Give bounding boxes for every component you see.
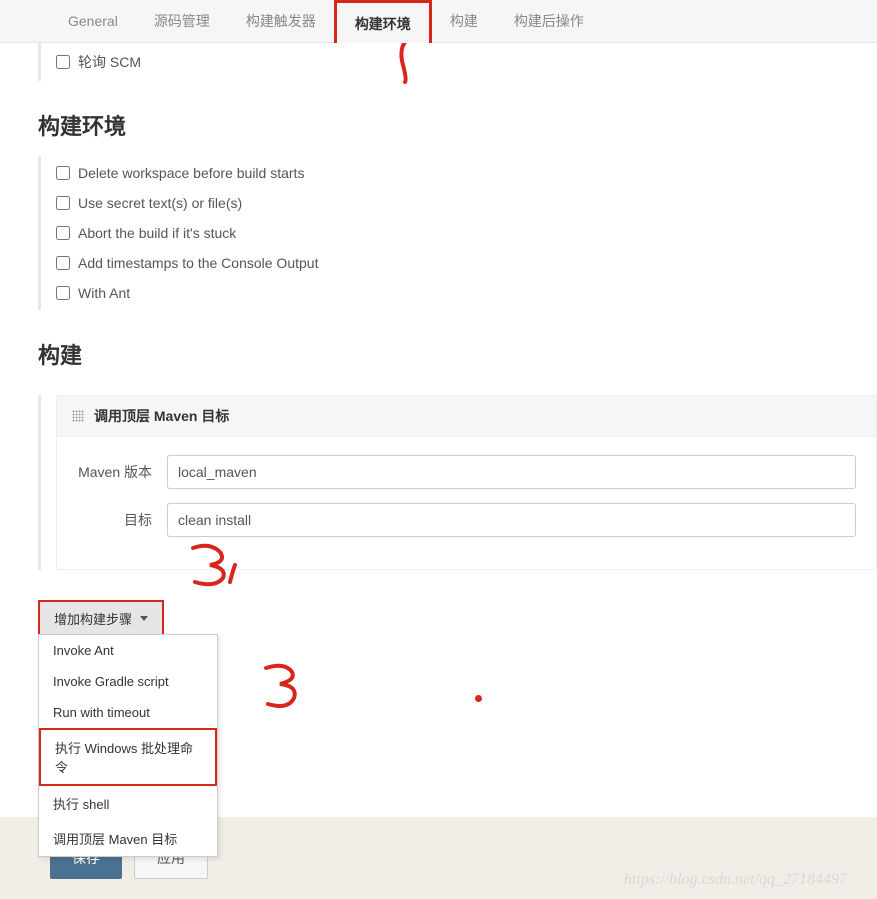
tab-general[interactable]: General	[50, 0, 136, 43]
add-build-step-button[interactable]: 增加构建步骤	[38, 600, 164, 637]
opt-delete-ws: Delete workspace before build starts	[41, 158, 877, 188]
menu-maven-goals[interactable]: 调用顶层 Maven 目标	[39, 821, 217, 856]
opt-timestamps: Add timestamps to the Console Output	[41, 248, 877, 278]
abort-stuck-checkbox[interactable]	[56, 226, 70, 240]
menu-exec-shell[interactable]: 执行 shell	[39, 786, 217, 821]
with-ant-label: With Ant	[78, 285, 130, 301]
build-env-title: 构建环境	[38, 89, 877, 156]
maven-goals-input[interactable]	[167, 503, 856, 537]
timestamps-label: Add timestamps to the Console Output	[78, 255, 318, 271]
menu-run-timeout[interactable]: Run with timeout	[39, 697, 217, 728]
maven-build-step: 调用顶层 Maven 目标 Maven 版本 目标	[56, 395, 877, 570]
poll-scm-row: 轮询 SCM	[41, 45, 877, 79]
with-ant-checkbox[interactable]	[56, 286, 70, 300]
opt-with-ant: With Ant	[41, 278, 877, 308]
timestamps-checkbox[interactable]	[56, 256, 70, 270]
drag-handle-icon[interactable]	[72, 410, 84, 422]
maven-panel-title: 调用顶层 Maven 目标	[94, 406, 229, 426]
annotation-3	[260, 660, 310, 718]
annotation-dot	[475, 695, 482, 702]
add-build-step-label: 增加构建步骤	[54, 609, 132, 628]
tab-build[interactable]: 构建	[432, 0, 496, 43]
build-title: 构建	[38, 318, 877, 385]
maven-panel-header[interactable]: 调用顶层 Maven 目标	[57, 396, 876, 437]
secret-text-checkbox[interactable]	[56, 196, 70, 210]
menu-windows-batch[interactable]: 执行 Windows 批处理命令	[39, 728, 217, 786]
abort-stuck-label: Abort the build if it's stuck	[78, 225, 236, 241]
maven-version-select[interactable]	[167, 455, 856, 489]
maven-goals-label: 目标	[77, 510, 167, 530]
tab-build-env[interactable]: 构建环境	[334, 0, 432, 43]
menu-invoke-gradle[interactable]: Invoke Gradle script	[39, 666, 217, 697]
delete-ws-label: Delete workspace before build starts	[78, 165, 304, 181]
secret-text-label: Use secret text(s) or file(s)	[78, 195, 242, 211]
tab-post-build[interactable]: 构建后操作	[496, 0, 602, 43]
config-tabs: General 源码管理 构建触发器 构建环境 构建 构建后操作	[0, 0, 877, 43]
watermark: https://blog.csdn.net/qq_27184497	[624, 871, 847, 889]
opt-secret-text: Use secret text(s) or file(s)	[41, 188, 877, 218]
delete-ws-checkbox[interactable]	[56, 166, 70, 180]
tab-triggers[interactable]: 构建触发器	[228, 0, 334, 43]
opt-abort-stuck: Abort the build if it's stuck	[41, 218, 877, 248]
poll-scm-checkbox[interactable]	[56, 55, 70, 69]
maven-version-label: Maven 版本	[77, 462, 167, 482]
caret-down-icon	[140, 616, 148, 621]
poll-scm-label: 轮询 SCM	[78, 52, 141, 72]
tab-scm[interactable]: 源码管理	[136, 0, 228, 43]
menu-invoke-ant[interactable]: Invoke Ant	[39, 635, 217, 666]
build-step-menu: Invoke Ant Invoke Gradle script Run with…	[38, 634, 218, 857]
